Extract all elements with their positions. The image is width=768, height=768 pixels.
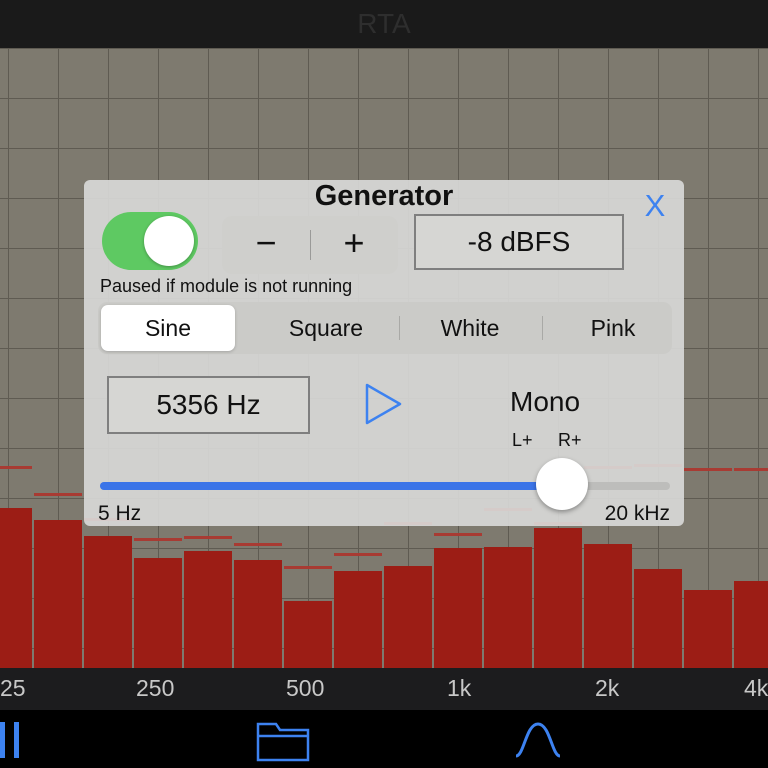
spectrum-bar xyxy=(684,590,732,668)
peak-marker xyxy=(434,533,482,536)
bottom-toolbar xyxy=(0,710,768,768)
peak-marker xyxy=(134,538,182,541)
slider-min-label: 5 Hz xyxy=(98,502,142,525)
axis-tick-label: 25 xyxy=(0,675,26,701)
spectrum-bar xyxy=(734,581,768,668)
peak-marker xyxy=(684,468,732,471)
peak-marker xyxy=(0,466,32,469)
peak-marker xyxy=(734,468,768,471)
spectrum-bar xyxy=(384,566,432,668)
spectrum-bar xyxy=(584,544,632,668)
spectrum-bar xyxy=(334,571,382,668)
grid-line xyxy=(0,98,768,99)
spectrum-bar xyxy=(84,536,132,668)
level-field[interactable]: -8 dBFS xyxy=(414,214,624,270)
spectrum-bar xyxy=(134,558,182,668)
spectrum-bar xyxy=(534,528,582,668)
spectrum-bar xyxy=(184,551,232,668)
top-bar: RTA xyxy=(0,0,768,48)
grid-line xyxy=(0,48,768,49)
left-channel-label: L+ xyxy=(512,430,533,450)
sine-wave-icon[interactable] xyxy=(514,722,562,758)
grid-line xyxy=(0,148,768,149)
axis-tick-label: 2k xyxy=(595,675,620,701)
grid-line xyxy=(758,48,759,668)
peak-marker xyxy=(234,543,282,546)
waveform-white-option[interactable]: White xyxy=(399,302,541,354)
slider-fill xyxy=(100,482,562,490)
pause-icon[interactable] xyxy=(0,722,24,758)
axis-tick-label: 250 xyxy=(136,675,175,701)
pause-note: Paused if module is not running xyxy=(100,276,353,296)
toggle-knob xyxy=(144,216,194,266)
peak-marker xyxy=(334,553,382,556)
peak-marker xyxy=(184,536,232,539)
generator-title: Generator xyxy=(314,180,454,212)
waveform-pink-option[interactable]: Pink xyxy=(542,302,684,354)
waveform-square-option[interactable]: Square xyxy=(255,302,397,354)
spectrum-bar xyxy=(0,508,32,668)
generator-panel: Generator X − + -8 dBFS Paused if module… xyxy=(84,180,684,526)
level-increment-button[interactable]: + xyxy=(310,216,398,274)
close-button[interactable]: X xyxy=(640,188,670,224)
spectrum-bar xyxy=(634,569,682,668)
waveform-selector: Sine Square White Pink xyxy=(98,302,672,354)
generator-enable-toggle[interactable] xyxy=(102,212,198,270)
spectrum-bar xyxy=(484,547,532,668)
level-decrement-button[interactable]: − xyxy=(222,216,310,274)
screen-title: RTA xyxy=(357,8,411,39)
right-channel-label: R+ xyxy=(558,430,582,450)
frequency-axis: 25 250 500 1k 2k 4k xyxy=(0,668,768,710)
axis-tick-label: 4k xyxy=(744,675,768,701)
peak-marker xyxy=(34,493,82,496)
axis-tick-label: 500 xyxy=(286,675,325,701)
spectrum-bar xyxy=(34,520,82,668)
peak-marker xyxy=(284,566,332,569)
spectrum-bar xyxy=(284,601,332,668)
spectrum-bar xyxy=(434,548,482,668)
play-icon[interactable] xyxy=(364,382,404,426)
axis-tick-label: 1k xyxy=(447,675,472,701)
channel-mode-button[interactable]: Mono xyxy=(510,386,580,418)
grid-line xyxy=(708,48,709,668)
frequency-field[interactable]: 5356 Hz xyxy=(107,376,310,434)
slider-thumb[interactable] xyxy=(536,458,588,510)
spectrum-bar xyxy=(234,560,282,668)
level-stepper: − + xyxy=(222,216,398,274)
waveform-sine-option[interactable]: Sine xyxy=(101,305,235,351)
slider-max-label: 20 kHz xyxy=(604,502,670,525)
folder-icon[interactable] xyxy=(256,716,310,762)
